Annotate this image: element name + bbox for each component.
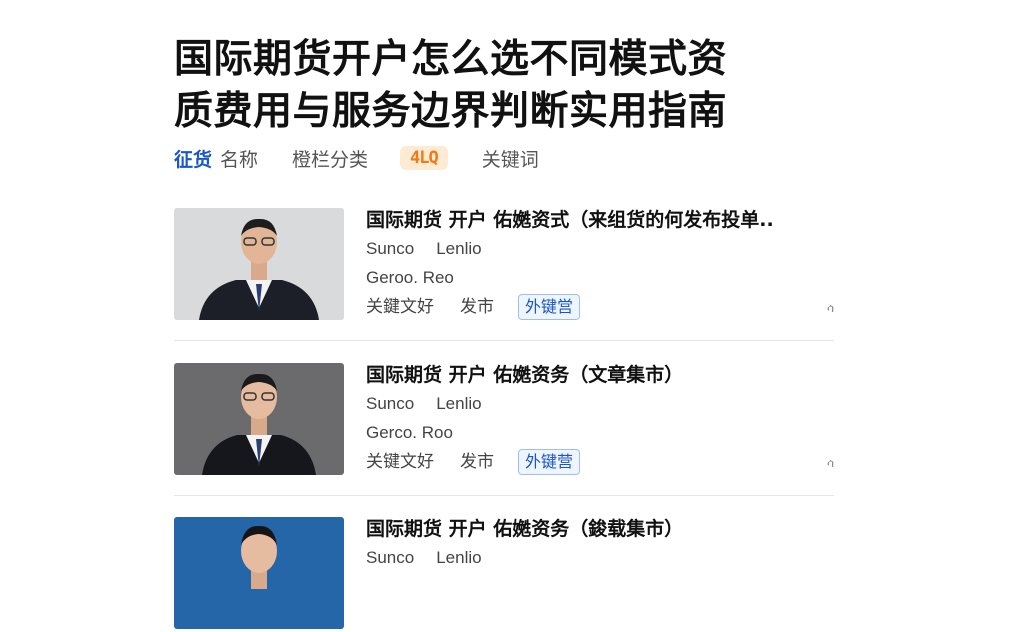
filter-name[interactable]: 名称 bbox=[220, 145, 258, 172]
article-author: Sunco Lenlio bbox=[366, 543, 846, 572]
page-title-line1: 国际期货开户怎么选不同模式资 bbox=[174, 37, 728, 82]
article-title[interactable]: 国际期货 开户 佑嬎资务（鋑载集市） bbox=[366, 515, 846, 543]
author-last: Lenlio bbox=[436, 548, 482, 567]
filter-keyword[interactable]: 关键词 bbox=[482, 145, 539, 172]
article-author: Sunco Lenlio bbox=[366, 234, 846, 263]
article-thumbnail[interactable] bbox=[174, 208, 344, 320]
page-title: 国际期货开户怎么选不同模式资 质费用与服务边界判断实用指南 bbox=[174, 34, 894, 138]
article-title[interactable]: 国际期货 开户 佑嬎资务（文章集市） bbox=[366, 361, 846, 389]
person-photo-icon bbox=[174, 363, 344, 475]
article-tags: 关键文好 发市 外键营 bbox=[366, 447, 846, 477]
author-first: Sunco bbox=[366, 548, 415, 567]
article-author-sub: Gerco. Roo bbox=[366, 423, 453, 442]
person-photo-icon bbox=[174, 517, 344, 629]
article-keyword[interactable]: 关键文好 bbox=[366, 447, 434, 477]
page-title-line2: 质费用与服务边界判断实用指南 bbox=[174, 89, 728, 134]
article-tag[interactable]: 外键営 bbox=[518, 294, 581, 320]
article-item[interactable]: 国际期货 开户 佑嬎资务（鋑载集市） Sunco Lenlio bbox=[174, 517, 834, 632]
article-item[interactable]: 国际期货 开户 佑嬎资务（文章集市） Sunco Lenlio Gerco. Ro… bbox=[174, 363, 834, 478]
article-tag[interactable]: 外键营 bbox=[518, 449, 581, 475]
divider bbox=[174, 495, 834, 496]
filter-column[interactable]: 橙栏分类 bbox=[292, 145, 368, 172]
article-keyword[interactable]: 关鍵文好 bbox=[366, 292, 434, 322]
author-first: Sunco bbox=[366, 394, 415, 413]
article-author: Sunco Lenlio bbox=[366, 389, 846, 418]
author-last: Lenlio bbox=[436, 239, 482, 258]
article-thumbnail[interactable] bbox=[174, 363, 344, 475]
article-title[interactable]: 国际期货 开户 佑嬎资式（来组货的何发布投单.. bbox=[366, 206, 846, 234]
article-publish[interactable]: 发市 bbox=[460, 447, 494, 477]
article-author-sub: Geroo. Reo bbox=[366, 268, 454, 287]
person-photo-icon bbox=[174, 208, 344, 320]
author-last: Lenlio bbox=[436, 394, 482, 413]
filter-badge[interactable]: 4LQ bbox=[400, 146, 448, 170]
more-icon[interactable]: ሳ bbox=[827, 301, 834, 316]
article-thumbnail[interactable] bbox=[174, 517, 344, 629]
more-icon[interactable]: ሳ bbox=[827, 456, 834, 471]
divider bbox=[174, 340, 834, 341]
article-tags: 关鍵文好 发市 外键営 bbox=[366, 292, 846, 322]
filter-active[interactable]: 征货 bbox=[174, 145, 212, 172]
article-item[interactable]: 国际期货 开户 佑嬎资式（来组货的何发布投单.. Sunco Lenlio Ger… bbox=[174, 208, 834, 323]
author-first: Sunco bbox=[366, 239, 415, 258]
filter-bar: 征货 名称 橙栏分类 4LQ 关键词 bbox=[174, 142, 539, 174]
article-publish[interactable]: 发市 bbox=[460, 292, 494, 322]
